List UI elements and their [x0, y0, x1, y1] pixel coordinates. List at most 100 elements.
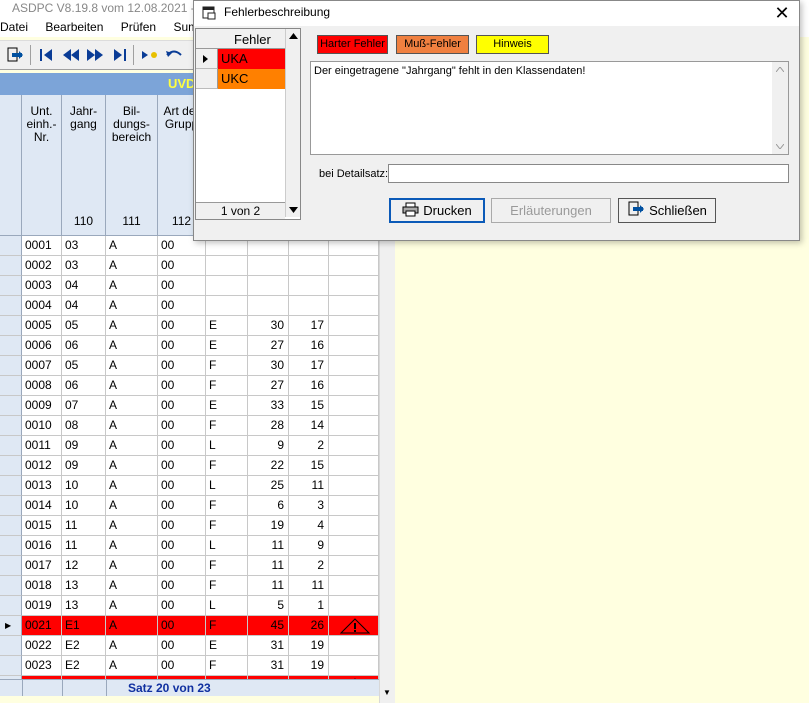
menu-bearbeiten[interactable]: Bearbeiten: [45, 17, 103, 37]
cell-unit-nr[interactable]: 0021: [22, 616, 62, 636]
table-row[interactable]: 0004 04 A 00: [0, 296, 379, 316]
cell-jahrgang[interactable]: 04: [62, 296, 106, 316]
cell-art[interactable]: 00: [158, 416, 206, 436]
row-selector[interactable]: [0, 456, 22, 476]
table-row[interactable]: 0014 10 A 00 F 6 3: [0, 496, 379, 516]
cell-art[interactable]: 00: [158, 496, 206, 516]
cell-art[interactable]: 00: [158, 536, 206, 556]
cell-type[interactable]: L: [206, 596, 248, 616]
cell-unit-nr[interactable]: 0014: [22, 496, 62, 516]
cell-unit-nr[interactable]: 0019: [22, 596, 62, 616]
cell-bildungsbereich[interactable]: A: [106, 376, 158, 396]
cell-count-a[interactable]: [248, 276, 289, 296]
cell-count-a[interactable]: 11: [248, 536, 289, 556]
cell-type[interactable]: [206, 296, 248, 316]
cell-count-a[interactable]: 6: [248, 496, 289, 516]
cell-type[interactable]: L: [206, 536, 248, 556]
scroll-up-arrow-icon[interactable]: [776, 67, 784, 72]
column-header-unit-nr[interactable]: Unt. einh.- Nr.: [22, 95, 62, 236]
first-record-icon[interactable]: [36, 44, 58, 66]
table-row[interactable]: 0007 05 A 00 F 30 17: [0, 356, 379, 376]
cell-count-a[interactable]: 31: [248, 656, 289, 676]
scroll-down-arrow-icon[interactable]: ▼: [383, 688, 391, 697]
cell-count-b[interactable]: 3: [289, 496, 329, 516]
row-selector[interactable]: [0, 436, 22, 456]
row-selector[interactable]: [0, 336, 22, 356]
cell-count-b[interactable]: 11: [289, 476, 329, 496]
cell-type[interactable]: F: [206, 356, 248, 376]
table-row[interactable]: 0022 E2 A 00 E 31 19: [0, 636, 379, 656]
row-selector[interactable]: [196, 69, 218, 89]
detail-record-field[interactable]: [388, 164, 789, 183]
row-selector[interactable]: [0, 256, 22, 276]
cell-count-a[interactable]: 28: [248, 416, 289, 436]
cell-unit-nr[interactable]: 0007: [22, 356, 62, 376]
table-row[interactable]: 0006 06 A 00 E 27 16: [0, 336, 379, 356]
cell-unit-nr[interactable]: 0023: [22, 656, 62, 676]
cell-type[interactable]: [206, 256, 248, 276]
row-selector[interactable]: [0, 416, 22, 436]
cell-art[interactable]: 00: [158, 636, 206, 656]
error-list-scrollbar[interactable]: [285, 29, 300, 217]
cell-count-a[interactable]: 5: [248, 596, 289, 616]
table-row[interactable]: 0010 08 A 00 F 28 14: [0, 416, 379, 436]
cell-jahrgang[interactable]: 07: [62, 396, 106, 416]
cell-jahrgang[interactable]: 12: [62, 556, 106, 576]
cell-art[interactable]: 00: [158, 456, 206, 476]
cell-count-a[interactable]: 33: [248, 396, 289, 416]
row-selector[interactable]: [0, 516, 22, 536]
table-row[interactable]: 0023 E2 A 00 F 31 19: [0, 656, 379, 676]
cell-unit-nr[interactable]: 0004: [22, 296, 62, 316]
scroll-down-arrow-icon[interactable]: [776, 144, 784, 149]
cell-unit-nr[interactable]: 0009: [22, 396, 62, 416]
cell-art[interactable]: 00: [158, 596, 206, 616]
cell-count-b[interactable]: 19: [289, 636, 329, 656]
cell-count-a[interactable]: 25: [248, 476, 289, 496]
message-scrollbar[interactable]: [772, 62, 788, 154]
row-selector[interactable]: ▶: [0, 616, 22, 636]
cell-count-b[interactable]: [289, 296, 329, 316]
column-header-bildungsbereich[interactable]: Bil- dungs- bereich 111: [106, 95, 158, 236]
cell-count-a[interactable]: 45: [248, 616, 289, 636]
cell-count-b[interactable]: 15: [289, 396, 329, 416]
previous-record-icon[interactable]: [60, 44, 82, 66]
cell-art[interactable]: 00: [158, 316, 206, 336]
cell-bildungsbereich[interactable]: A: [106, 236, 158, 256]
cell-count-a[interactable]: 22: [248, 456, 289, 476]
cell-type[interactable]: F: [206, 616, 248, 636]
row-selector[interactable]: [196, 49, 218, 69]
cell-bildungsbereich[interactable]: A: [106, 516, 158, 536]
cell-jahrgang[interactable]: 03: [62, 256, 106, 276]
cell-jahrgang[interactable]: E1: [62, 616, 106, 636]
cell-unit-nr[interactable]: 0016: [22, 536, 62, 556]
cell-count-b[interactable]: 4: [289, 516, 329, 536]
cell-count-a[interactable]: 27: [248, 336, 289, 356]
table-row[interactable]: 0018 13 A 00 F 11 11: [0, 576, 379, 596]
cell-type[interactable]: F: [206, 416, 248, 436]
cell-count-b[interactable]: 26: [289, 616, 329, 636]
cell-art[interactable]: 00: [158, 376, 206, 396]
cell-bildungsbereich[interactable]: A: [106, 496, 158, 516]
row-selector[interactable]: [0, 476, 22, 496]
cell-count-b[interactable]: [289, 256, 329, 276]
cell-type[interactable]: F: [206, 376, 248, 396]
cell-unit-nr[interactable]: 0006: [22, 336, 62, 356]
cell-bildungsbereich[interactable]: A: [106, 636, 158, 656]
cell-type[interactable]: F: [206, 556, 248, 576]
cell-jahrgang[interactable]: 10: [62, 496, 106, 516]
table-row[interactable]: 0012 09 A 00 F 22 15: [0, 456, 379, 476]
cell-type[interactable]: L: [206, 436, 248, 456]
cell-bildungsbereich[interactable]: A: [106, 356, 158, 376]
row-selector[interactable]: [0, 656, 22, 676]
cell-count-b[interactable]: 17: [289, 316, 329, 336]
cell-type[interactable]: F: [206, 496, 248, 516]
cell-bildungsbereich[interactable]: A: [106, 656, 158, 676]
cell-jahrgang[interactable]: 10: [62, 476, 106, 496]
cell-jahrgang[interactable]: 11: [62, 516, 106, 536]
cell-count-a[interactable]: 30: [248, 316, 289, 336]
cell-bildungsbereich[interactable]: A: [106, 576, 158, 596]
cell-art[interactable]: 00: [158, 396, 206, 416]
cell-jahrgang[interactable]: 13: [62, 596, 106, 616]
cell-type[interactable]: [206, 276, 248, 296]
cell-type[interactable]: F: [206, 656, 248, 676]
